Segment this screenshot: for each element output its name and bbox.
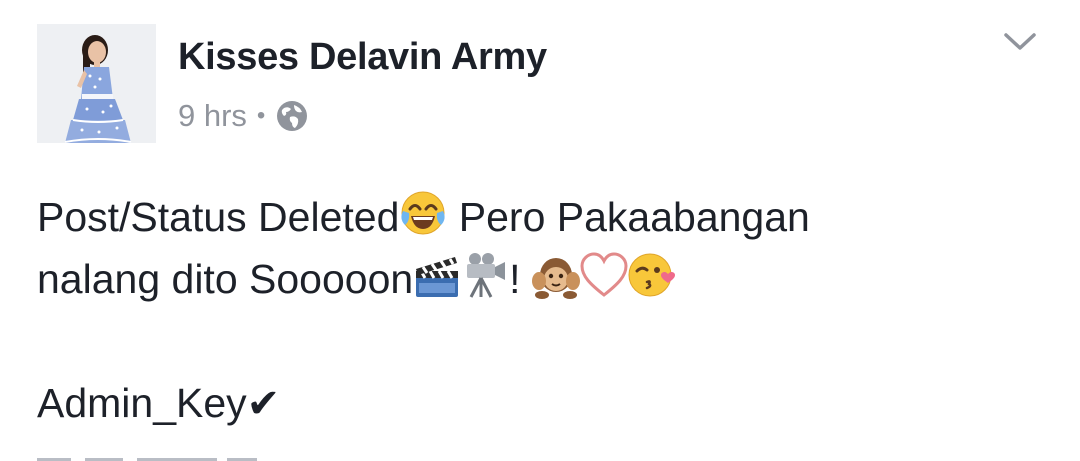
movie-camera-icon — [461, 251, 509, 299]
page-avatar[interactable] — [37, 24, 156, 143]
next-content-cutoff — [37, 452, 307, 461]
post-text-line-signature: Admin_Key✔ — [37, 372, 1047, 434]
post-body: Post/Status Deleted Pero Pakaabangan nal… — [37, 186, 1047, 434]
meta-separator: • — [256, 102, 266, 129]
post-text-line-2: nalang dito Sooooon ! — [37, 248, 1047, 310]
post-text-line-1: Post/Status Deleted Pero Pakaabangan — [37, 186, 1047, 248]
post-text-segment: nalang dito Sooooon — [37, 256, 414, 302]
post-text-segment: Post/Status Deleted — [37, 194, 400, 240]
heavy-check-mark-icon: ✔ — [246, 381, 281, 427]
page-name-link[interactable]: Kisses Delavin Army — [178, 36, 547, 79]
hear-no-evil-monkey-icon — [531, 251, 580, 299]
post-text-segment: ! — [509, 256, 532, 302]
clapper-board-icon — [413, 251, 461, 299]
face-with-tears-of-joy-icon — [399, 189, 447, 237]
post-card: Kisses Delavin Army 9 hrs • Post/Status … — [0, 0, 1080, 461]
face-blowing-kiss-icon — [628, 251, 676, 299]
post-text-segment: Pero Pakaabangan — [447, 194, 810, 240]
chevron-down-icon[interactable] — [1000, 22, 1040, 62]
post-timestamp[interactable]: 9 hrs — [178, 98, 247, 134]
globe-icon[interactable] — [275, 99, 309, 133]
admin-signature: Admin_Key — [37, 380, 247, 426]
post-meta: 9 hrs • — [178, 96, 309, 136]
white-heart-icon — [580, 251, 628, 299]
avatar-photo-icon — [37, 24, 156, 143]
